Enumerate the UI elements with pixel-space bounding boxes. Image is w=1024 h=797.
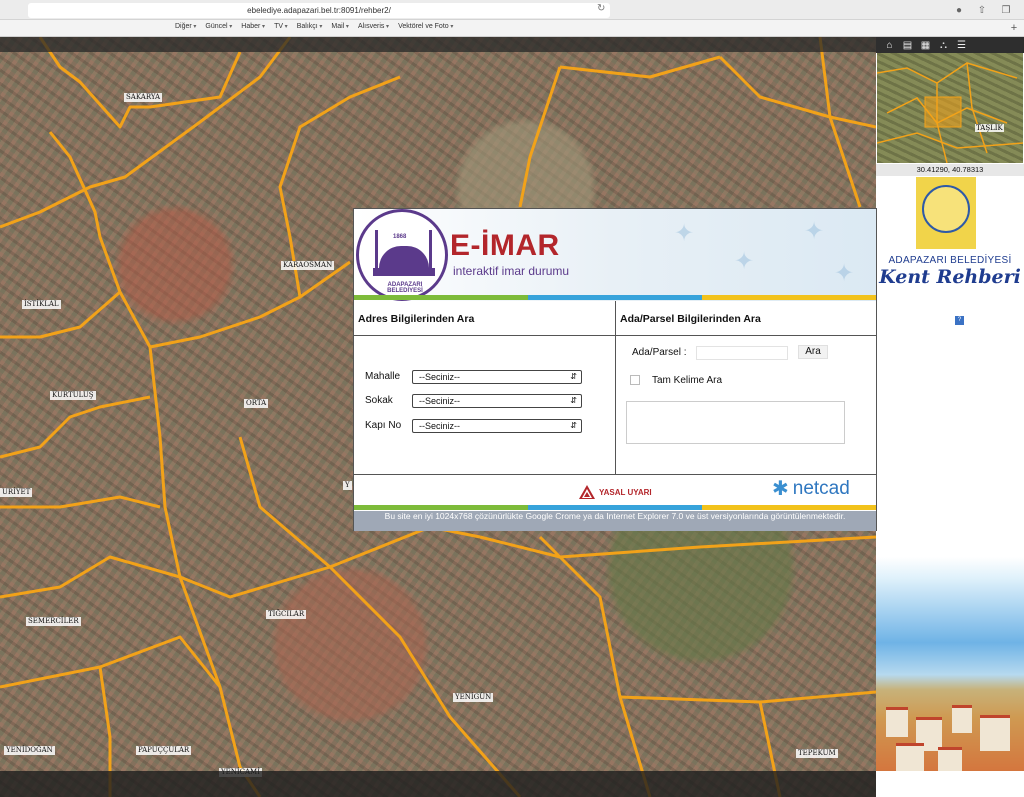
app-subtitle: interaktif imar durumu (453, 264, 570, 278)
header-stripes (354, 295, 876, 300)
parcel-results-box[interactable] (626, 401, 845, 444)
parcel-section-title: Ada/Parsel Bilgilerinden Ara (620, 313, 761, 325)
map-label-karaosman: KARAOSMAN (281, 261, 335, 270)
coordinates-readout: 30.41290, 40.78313 (876, 164, 1024, 176)
exact-match-label: Tam Kelime Ara (652, 375, 723, 386)
deco-arrow-icon: ✦ (804, 218, 825, 245)
credit-text: IND Bilişim (981, 777, 1018, 784)
bookmark-mail[interactable]: Mail (331, 23, 349, 30)
overview-boundaries (877, 62, 1023, 163)
building-icon[interactable]: ⛬ (937, 39, 950, 52)
map-bottom-bar (0, 771, 1024, 797)
download-icon[interactable]: ● (952, 3, 966, 17)
map-label-orta: ORTA (244, 399, 269, 408)
map-label-huriyet: URİYET (0, 488, 33, 497)
map-label-istiklal: İSTİKLAL (22, 300, 61, 309)
bookmark-alisveris[interactable]: Alısveris (358, 23, 389, 30)
stripe-green (354, 505, 528, 510)
select-arrows-icon: ⇵ (570, 396, 577, 405)
netcad-wordmark: netcad (792, 478, 850, 499)
bookmark-balikci[interactable]: Balıkçı (297, 23, 323, 30)
browser-compat-note: Bu site en iyi 1024x768 çözünürlükte Goo… (354, 511, 876, 531)
sidebar-toolbar: ⌂ ▤ ▦ ⛬ ☰ (876, 37, 1024, 53)
city-photo (876, 557, 1024, 771)
mahalle-select[interactable]: --Seciniz-- ⇵ (412, 370, 582, 384)
sokak-label: Sokak (365, 395, 393, 406)
browser-toolbar: ebelediye.adapazari.bel.tr:8091/rehber2/… (0, 0, 1024, 20)
bookmarks-bar: Diğer Güncel Haber TV Balıkçı Mail Alısv… (0, 20, 1024, 37)
netcad-icon: ✱ (772, 478, 789, 500)
ada-parsel-label: Ada/Parsel : (632, 347, 687, 358)
map-label-tigcilar: TIĞCILAR (266, 610, 307, 619)
stripe-green (354, 295, 528, 300)
map-top-bar (0, 37, 876, 52)
bookmark-tv[interactable]: TV (274, 23, 288, 30)
divider (615, 301, 616, 474)
seal-text: ADAPAZARI BELEDİYESİ (387, 282, 423, 294)
map-label-kurtulus: KURTULUŞ (50, 391, 96, 400)
warning-icon (579, 485, 595, 499)
stripe-yellow (702, 295, 876, 300)
stripe-blue (528, 505, 702, 510)
kapi-no-label: Kapı No (365, 420, 402, 431)
dialog-header: ✦ ✦ ✦ ✦ 1868 ADAPAZARI BELEDİYESİ E-İMAR… (354, 209, 876, 301)
footer-stripes (354, 505, 876, 510)
sokak-select[interactable]: --Seciniz-- ⇵ (412, 394, 582, 408)
map-label-tepekum: TEPEKUM (796, 749, 838, 758)
ara-button[interactable]: Ara (798, 345, 828, 359)
municipality-seal: 1868 ADAPAZARI BELEDİYESİ (356, 209, 448, 301)
map-label-papuccular: PAPUÇÇULAR (136, 746, 192, 755)
deco-arrow-icon: ✦ (834, 260, 855, 287)
mahalle-select-value: --Seciniz-- (419, 372, 461, 382)
ada-parsel-input[interactable] (696, 346, 788, 360)
municipality-logo (916, 177, 976, 249)
app-title: E-İMAR (450, 229, 560, 262)
home-icon[interactable]: ⌂ (883, 39, 896, 52)
reload-icon[interactable]: ↻ (597, 3, 605, 14)
sidebar: ⌂ ▤ ▦ ⛬ ☰ TAŞLIK 30.41290, 40.78313 ADAP… (876, 37, 1024, 797)
bookmark-diger[interactable]: Diğer (175, 23, 196, 30)
map-label-yenigun: YENİGÜN (453, 693, 494, 702)
kapi-no-select[interactable]: --Seciniz-- ⇵ (412, 419, 582, 433)
stripe-blue (528, 295, 702, 300)
map-label-semerciler: SEMERCİLER (26, 617, 81, 626)
address-section-title: Adres Bilgilerinden Ara (358, 313, 475, 325)
bookmark-haber[interactable]: Haber (241, 23, 265, 30)
map-label-y: Y (343, 481, 352, 490)
mahalle-label: Mahalle (365, 371, 401, 382)
sokak-select-value: --Seciniz-- (419, 396, 461, 406)
map-label-sakarya: SAKARYA (124, 93, 163, 102)
overview-map[interactable]: TAŞLIK (877, 53, 1023, 163)
seal-year: 1868 (393, 234, 407, 240)
select-arrows-icon: ⇵ (570, 421, 577, 430)
e-imar-dialog: ✦ ✦ ✦ ✦ 1868 ADAPAZARI BELEDİYESİ E-İMAR… (353, 208, 877, 531)
divider (354, 474, 876, 475)
sidebar-org-name: ADAPAZARI BELEDİYESİ (888, 255, 1012, 266)
kapi-no-select-value: --Seciniz-- (419, 421, 461, 431)
layers-icon[interactable]: ☰ (955, 39, 968, 52)
overview-label: TAŞLIK (975, 124, 1004, 132)
help-icon[interactable]: ? (955, 316, 964, 325)
exact-match-checkbox[interactable] (630, 375, 640, 385)
share-icon[interactable]: ⇧ (975, 3, 989, 17)
legal-warning-link[interactable]: YASAL UYARI (578, 483, 652, 501)
legal-warning-text: YASAL UYARI (599, 487, 652, 497)
deco-arrow-icon: ✦ (674, 220, 695, 247)
tabs-icon[interactable]: ❐ (999, 3, 1013, 17)
stripe-yellow (702, 505, 876, 510)
bookmark-vektorel[interactable]: Vektörel ve Foto (398, 23, 453, 30)
netcad-logo: ✱ netcad (772, 476, 850, 502)
docs-icon[interactable]: ▦ (919, 39, 932, 52)
map-label-yenidogan: YENİDOĞAN (4, 746, 55, 755)
deco-arrow-icon: ✦ (734, 248, 755, 275)
new-tab-icon[interactable]: + (1007, 21, 1021, 35)
layers-list-icon[interactable]: ▤ (901, 39, 914, 52)
sidebar-title: Kent Rehberi (879, 266, 1021, 288)
select-arrows-icon: ⇵ (570, 372, 577, 381)
bookmark-guncel[interactable]: Güncel (205, 23, 232, 30)
address-bar[interactable]: ebelediye.adapazari.bel.tr:8091/rehber2/ (28, 3, 610, 18)
